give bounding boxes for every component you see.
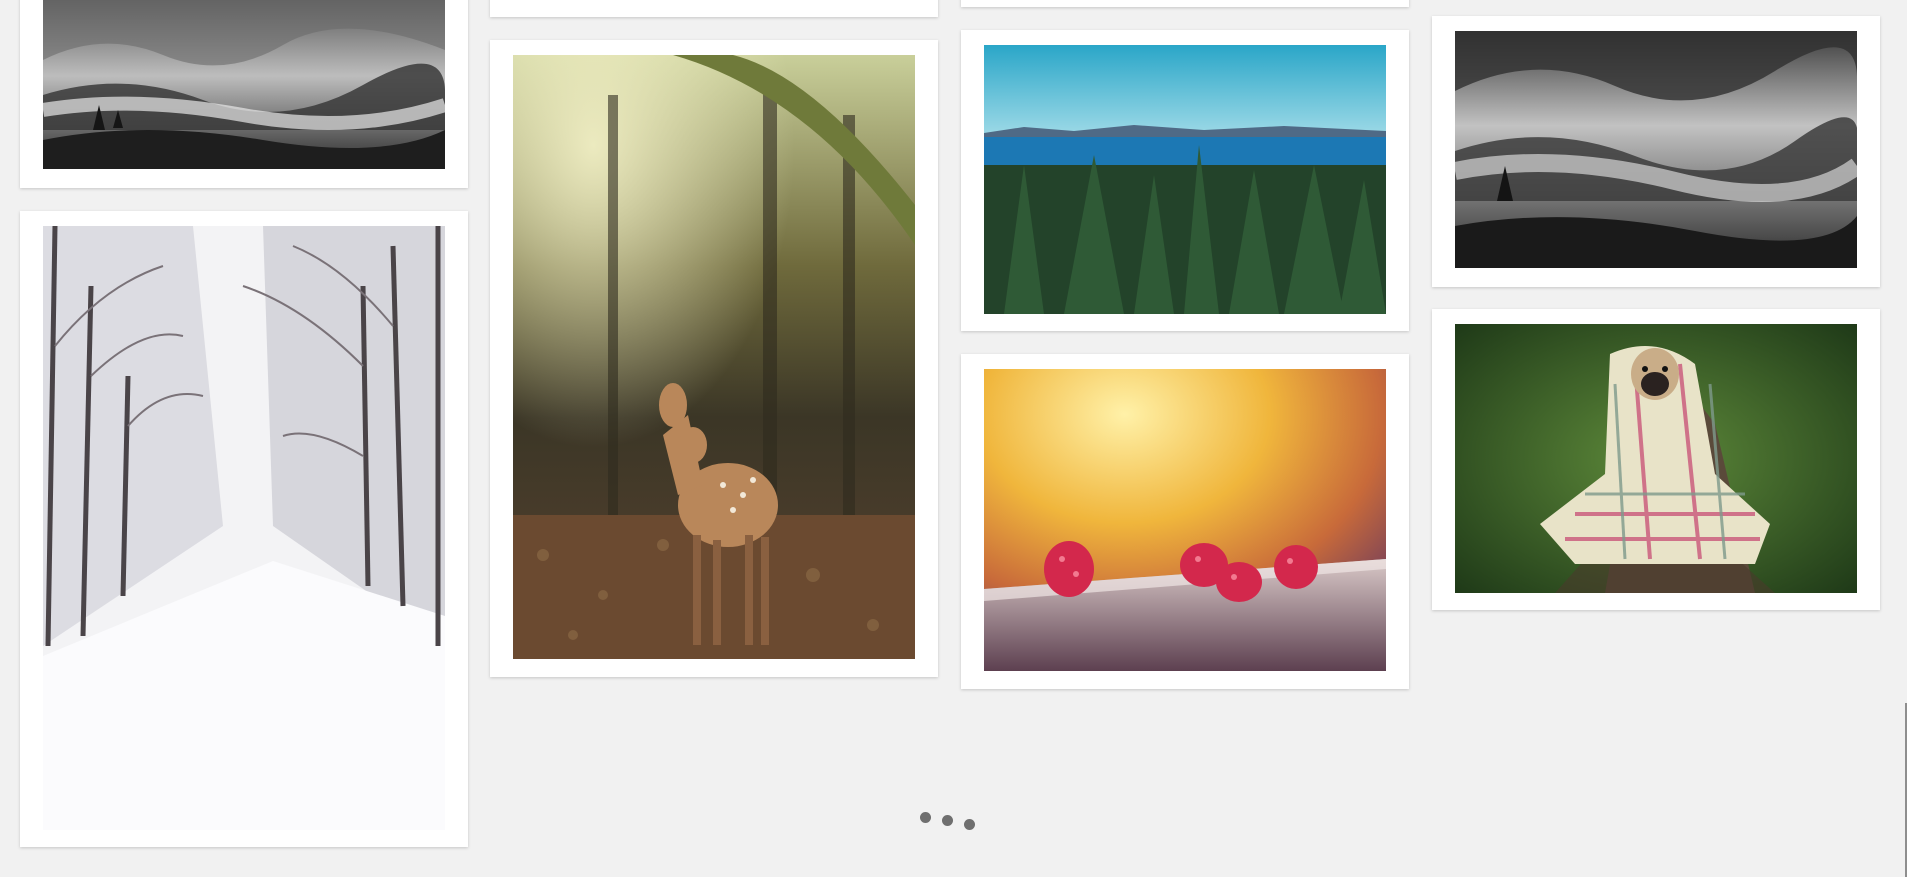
photo-card-raspberries[interactable] [961, 354, 1409, 689]
loading-dot [942, 815, 953, 826]
photo-snowy-road[interactable] [43, 226, 445, 830]
photo-raspberries-on-ledge[interactable] [984, 369, 1386, 671]
photo-card-fawn[interactable] [490, 40, 938, 677]
photo-misty-forest[interactable] [1455, 31, 1857, 268]
photo-card-pug[interactable] [1432, 309, 1880, 610]
photo-card-pine-forest[interactable] [961, 30, 1409, 331]
photo-card-partial-top-col3[interactable] [961, 0, 1409, 7]
photo-card-partial-top-col2[interactable] [490, 0, 938, 17]
loading-dot [964, 819, 975, 830]
photo-misty-forest[interactable] [43, 0, 445, 169]
photo-card-misty-forest-1[interactable] [20, 0, 468, 188]
photo-pug-in-plaid-blanket[interactable] [1455, 324, 1857, 593]
loading-dot [920, 812, 931, 823]
photo-card-misty-forest-2[interactable] [1432, 16, 1880, 287]
photo-pine-forest-by-sea[interactable] [984, 45, 1386, 314]
photo-fawn-in-forest[interactable] [513, 55, 915, 659]
photo-card-snowy-road[interactable] [20, 211, 468, 847]
loading-indicator [920, 805, 980, 835]
